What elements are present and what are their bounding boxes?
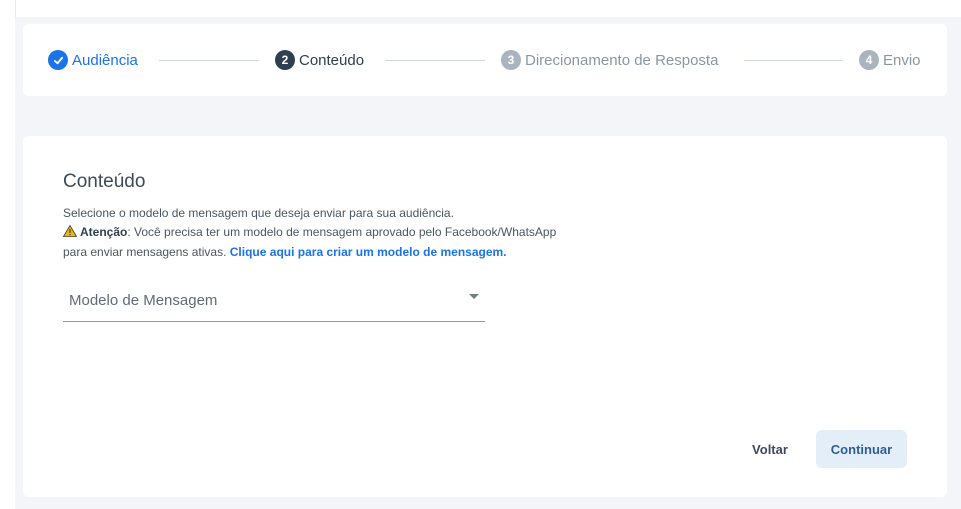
warning-text: : Você precisa ter um modelo de mensagem… — [127, 225, 557, 239]
step-audiencia[interactable]: Audiência — [48, 50, 138, 70]
check-icon — [48, 50, 68, 70]
section-title: Conteúdo — [63, 171, 146, 192]
top-strip — [0, 0, 961, 17]
select-placeholder: Modelo de Mensagem — [69, 292, 218, 309]
section-description: Selecione o modelo de mensagem que desej… — [62, 204, 683, 262]
step-envio[interactable]: 4 Envio — [859, 50, 921, 70]
content-card: Conteúdo Selecione o modelo de mensagem … — [23, 136, 947, 497]
back-button[interactable]: Voltar — [740, 430, 800, 468]
chevron-down-icon[interactable] — [469, 294, 479, 299]
description-text: Selecione o modelo de mensagem que desej… — [63, 206, 454, 220]
warning-line: Atenção: Você precisa ter um modelo de m… — [62, 223, 683, 243]
continue-button[interactable]: Continuar — [816, 430, 907, 468]
step-label: Conteúdo — [299, 51, 365, 69]
step-conteudo[interactable]: 2 Conteúdo — [275, 50, 364, 70]
warning-line-2: para enviar mensagens ativas. Clique aqu… — [63, 243, 683, 262]
left-divider — [15, 0, 16, 17]
warning-icon — [62, 224, 78, 243]
step-label: Audiência — [72, 51, 138, 69]
stepper-card: Audiência 2 Conteúdo 3 Direcionamento de… — [23, 24, 947, 96]
step-number-badge: 3 — [501, 50, 521, 70]
step-number-badge: 4 — [859, 50, 879, 70]
step-connector — [385, 60, 485, 61]
step-connector — [744, 60, 843, 61]
step-label: Envio — [883, 51, 921, 69]
step-label: Direcionamento de Resposta — [525, 51, 719, 69]
message-template-select[interactable]: Modelo de Mensagem — [63, 284, 485, 322]
step-direcionamento[interactable]: 3 Direcionamento de Resposta — [501, 50, 718, 70]
warning-text-2: para enviar mensagens ativas. — [63, 245, 230, 259]
create-template-link[interactable]: Clique aqui para criar um modelo de mens… — [230, 245, 507, 259]
warning-label: Atenção — [80, 225, 128, 239]
step-connector — [159, 60, 259, 61]
step-number-badge: 2 — [275, 50, 295, 70]
